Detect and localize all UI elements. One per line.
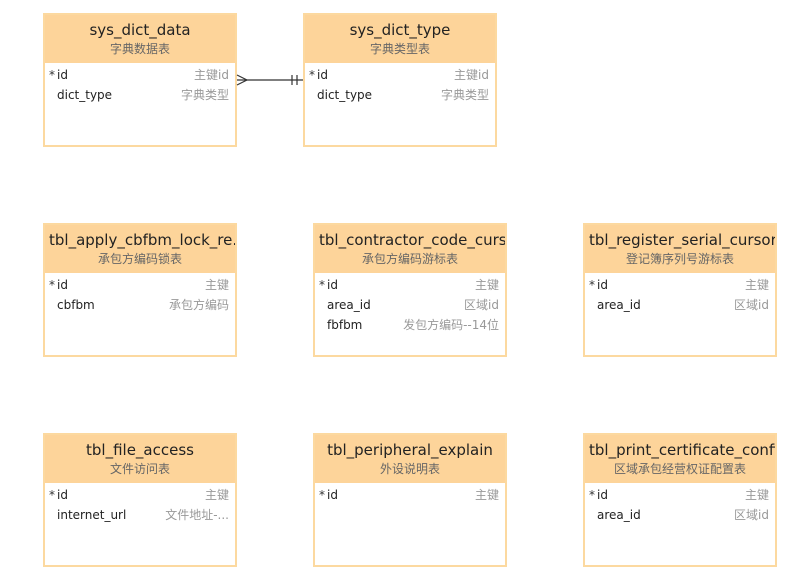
relationship-lines [236, 74, 303, 86]
relationship-dict-data-to-dict-type[interactable] [236, 74, 303, 86]
